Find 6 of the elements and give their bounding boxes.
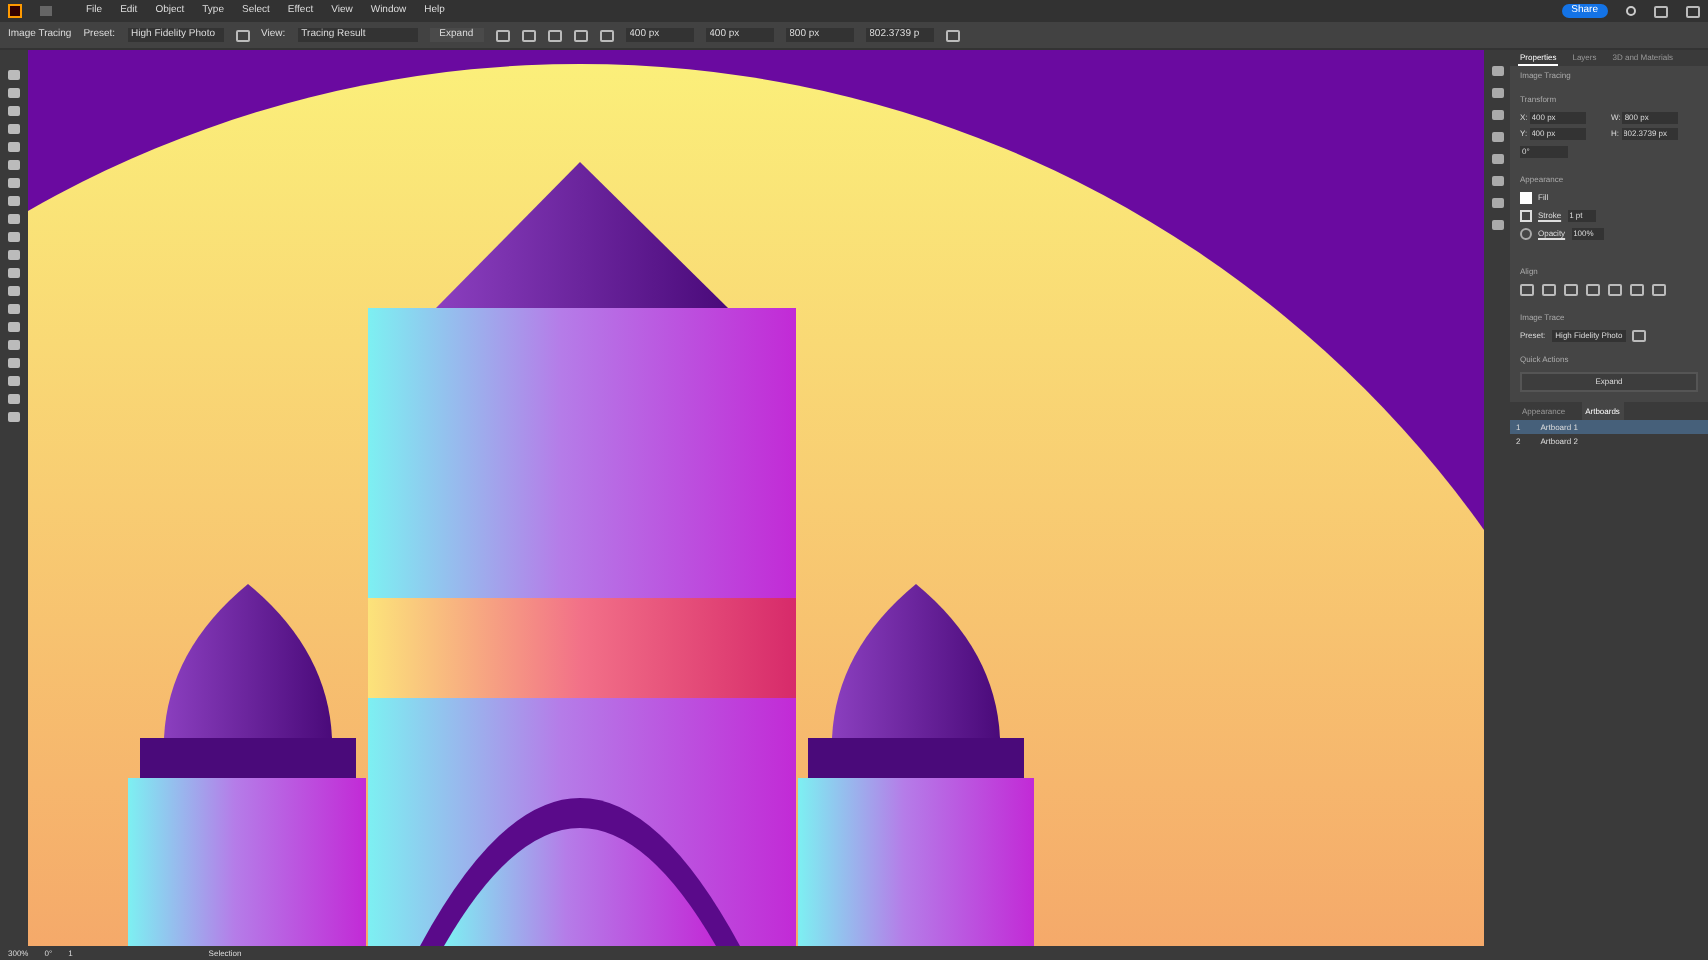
- search-icon[interactable]: [1626, 6, 1636, 16]
- opacity-icon[interactable]: [1520, 228, 1532, 240]
- app-logo-icon: [8, 4, 22, 18]
- panel-icon[interactable]: [1686, 5, 1700, 17]
- stroke-swatch[interactable]: [1520, 210, 1532, 222]
- fill-swatch[interactable]: [1520, 192, 1532, 204]
